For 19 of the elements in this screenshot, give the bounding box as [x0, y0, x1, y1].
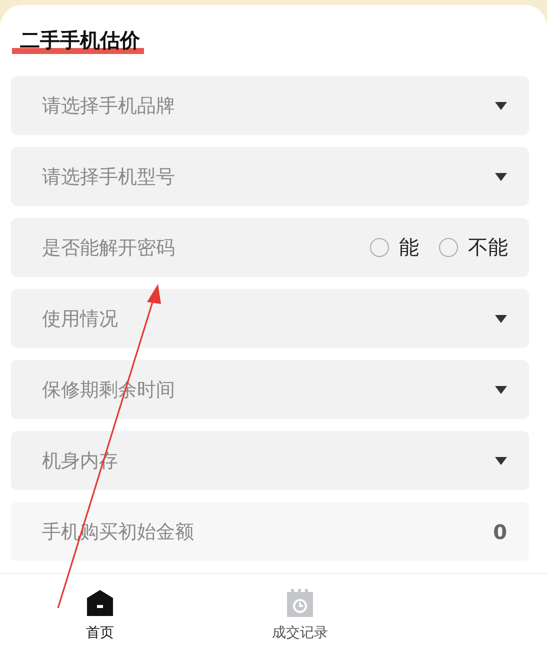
tab[interactable]: 首页	[0, 574, 200, 655]
radio-button[interactable]	[439, 238, 458, 257]
page-title: 二手手机估价	[20, 28, 140, 52]
field-label: 是否能解开密码	[42, 236, 175, 260]
input-field[interactable]: 0	[477, 520, 507, 544]
dropdown-field[interactable]: 使用情况	[11, 289, 529, 348]
calendar-clock-icon	[285, 588, 315, 618]
radio-option[interactable]: 能	[370, 234, 419, 261]
radio-button[interactable]	[370, 238, 389, 257]
tab[interactable]: 成交记录	[200, 574, 400, 655]
dropdown-field[interactable]: 请选择手机型号	[11, 147, 529, 206]
radio-option[interactable]: 不能	[439, 234, 508, 261]
caret-icon	[495, 102, 507, 110]
caret-icon	[495, 456, 507, 464]
home-icon	[85, 588, 115, 618]
caret-icon	[495, 386, 507, 394]
dropdown-field[interactable]: 请选择手机品牌	[11, 76, 529, 135]
caret-icon	[495, 314, 507, 322]
caret-icon	[495, 172, 507, 180]
